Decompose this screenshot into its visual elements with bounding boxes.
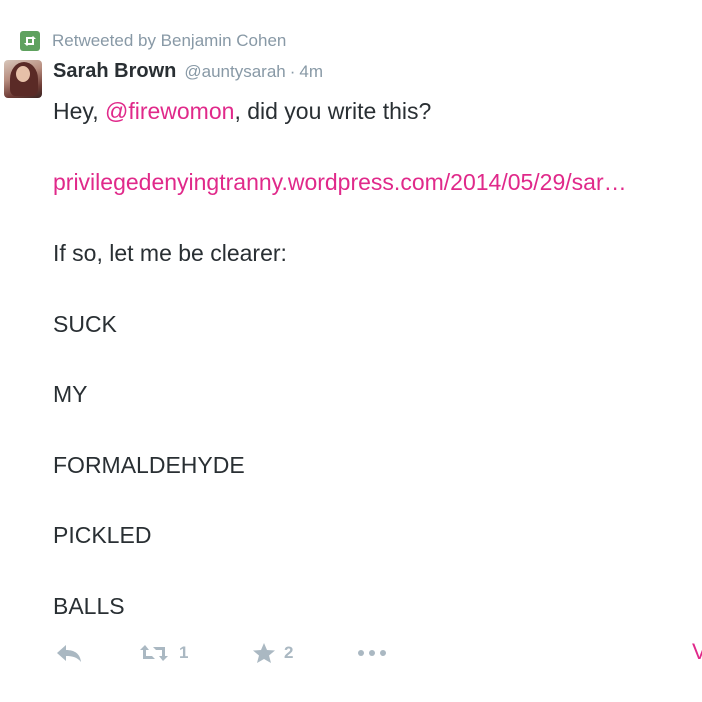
retweet-context: Retweeted by Benjamin Cohen [20, 30, 286, 52]
retweeted-by-text[interactable]: Retweeted by Benjamin Cohen [52, 31, 286, 51]
retweet-icon [139, 643, 169, 663]
retweet-icon [20, 31, 40, 51]
tweet-header: Sarah Brown @auntysarah · 4m [53, 60, 323, 83]
favorite-count: 2 [284, 643, 294, 662]
favorite-button[interactable]: 2 [252, 636, 293, 670]
mention-link[interactable]: @firewomon [105, 98, 234, 124]
url-link[interactable]: privilegedenyingtranny.wordpress.com/201… [53, 168, 627, 196]
reply-button[interactable] [56, 636, 82, 670]
tweet-text-line: PICKLED [53, 522, 152, 548]
separator: · [289, 62, 296, 81]
retweet-count: 1 [179, 643, 189, 662]
tweet-actions: 1 2 [0, 636, 702, 670]
avatar[interactable] [4, 60, 42, 98]
timestamp[interactable]: 4m [299, 62, 323, 82]
retweet-button[interactable]: 1 [139, 636, 188, 670]
tweet-text-post: , did you write this? [234, 98, 432, 124]
tweet-text-line: If so, let me be clearer: [53, 240, 287, 266]
more-icon [356, 648, 388, 658]
more-button[interactable] [356, 636, 388, 670]
star-icon [252, 642, 276, 664]
tweet-text-line: SUCK [53, 311, 117, 337]
tweet: Retweeted by Benjamin Cohen Sarah Brown … [0, 0, 702, 702]
reply-icon [56, 643, 82, 663]
username[interactable]: @auntysarah [184, 62, 285, 82]
tweet-text-line-1: Hey, @firewomon, did you write this? [53, 97, 431, 125]
tweet-text-line: BALLS [53, 593, 125, 619]
tweet-text-pre: Hey, [53, 98, 105, 124]
tweet-text-line: FORMALDEHYDE [53, 452, 245, 478]
view-link-cutoff[interactable]: V [692, 639, 702, 665]
display-name[interactable]: Sarah Brown [53, 60, 176, 83]
tweet-text-line: MY [53, 381, 88, 407]
